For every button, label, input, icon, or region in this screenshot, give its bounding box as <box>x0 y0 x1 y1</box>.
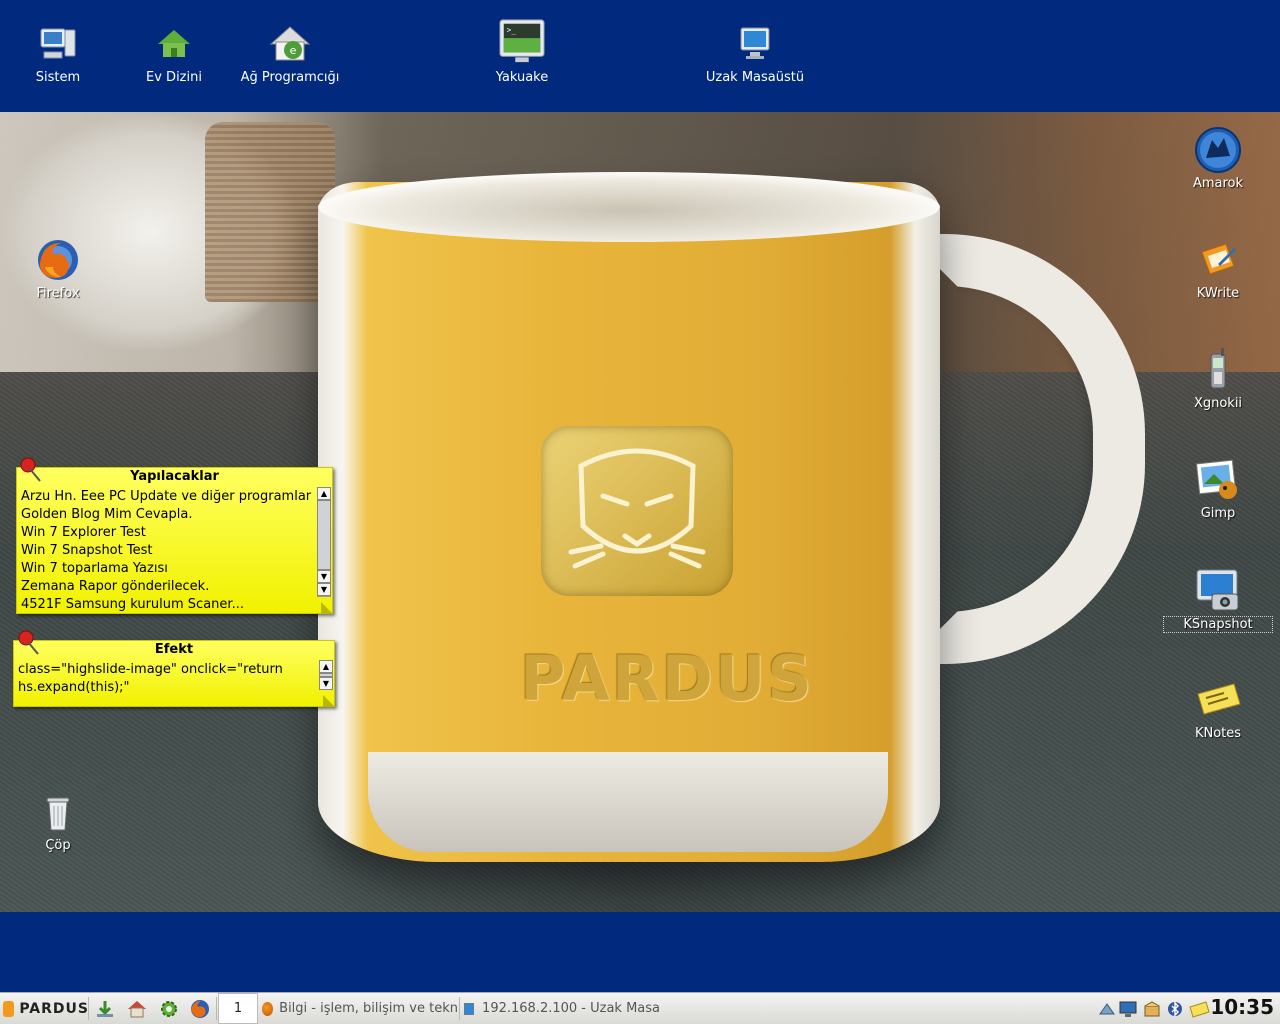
task-button-firefox[interactable]: Bilgi - işlem, bilişim ve tekn <box>262 995 458 1022</box>
task-label: 192.168.2.100 - Uzak Masa <box>482 1001 660 1016</box>
firefox-icon[interactable] <box>189 993 211 1024</box>
separator <box>216 997 217 1020</box>
desktop-icon-xgnokii[interactable]: Xgnokii <box>1163 346 1273 411</box>
task-button-remote-desktop[interactable]: 192.168.2.100 - Uzak Masa <box>464 995 660 1022</box>
gimp-icon <box>1194 456 1242 504</box>
note-line: Win 7 Explorer Test <box>21 525 146 540</box>
terminal-monitor-icon: >_ <box>498 14 546 68</box>
firefox-icon <box>262 1001 274 1016</box>
scroll-up-button[interactable]: ▲ <box>317 487 331 500</box>
note-resize-corner[interactable] <box>323 695 335 707</box>
desktop-icon-label: Firefox <box>36 286 80 301</box>
desktop-icon-label: Amarok <box>1192 176 1244 191</box>
desktop-icon-label: KWrite <box>1196 286 1240 301</box>
trash-icon <box>34 788 82 836</box>
pushpin-icon <box>16 455 46 489</box>
desktop-icon-amarok[interactable]: Amarok <box>1163 126 1273 191</box>
note-line: Arzu Hn. Eee PC Update ve diğer programl… <box>21 489 312 504</box>
desktop-icon-label: KNotes <box>1194 726 1242 741</box>
scroll-down-button-2[interactable]: ▼ <box>317 583 331 596</box>
wallpaper-mug-base <box>368 752 888 852</box>
remote-desktop-icon <box>731 20 779 68</box>
start-label: PARDUS <box>19 1000 89 1017</box>
knotes-tray-icon[interactable] <box>1188 993 1210 1024</box>
scroll-up-button[interactable]: ▲ <box>319 660 333 673</box>
pardus-logo-icon <box>3 1000 15 1017</box>
wallpaper-mug-rim <box>318 172 940 242</box>
note-line: Golden Blog Mim Cevapla. <box>21 507 193 522</box>
note-title[interactable]: Yapılacaklar <box>17 468 332 486</box>
firefox-icon <box>34 236 82 284</box>
knote-yapilacaklar[interactable]: Yapılacaklar Arzu Hn. Eee PC Update ve d… <box>16 467 333 614</box>
mobile-phone-icon <box>1194 346 1242 394</box>
settings-gear-icon[interactable] <box>158 993 180 1024</box>
pushpin-icon <box>14 628 44 662</box>
home-folder-icon <box>150 20 198 68</box>
network-icon[interactable] <box>1098 993 1116 1024</box>
svg-text:e: e <box>290 44 297 57</box>
separator <box>459 997 460 1020</box>
virtual-desktop-pager[interactable]: 1 <box>218 993 258 1024</box>
network-home-icon: e <box>266 20 314 68</box>
wallpaper-jar <box>205 122 335 302</box>
note-body[interactable]: Arzu Hn. Eee PC Update ve diğer programl… <box>17 486 332 612</box>
task-label: Bilgi - işlem, bilişim ve tekn <box>279 1001 458 1016</box>
desktop-icon-label: Sistem <box>35 70 81 85</box>
note-body[interactable]: class="highslide-image" onclick="return … <box>14 659 334 703</box>
desktop-icon-knotes[interactable]: KNotes <box>1163 676 1273 741</box>
monitor-icon[interactable] <box>1118 993 1138 1024</box>
note-line: Win 7 toparlama Yazısı <box>21 561 168 576</box>
sticky-note-icon <box>1194 676 1242 724</box>
scroll-thumb[interactable] <box>317 500 331 570</box>
desktop-number: 1 <box>233 1001 243 1016</box>
desktop-icon-uzak-masaustu[interactable]: Uzak Masaüstü <box>700 20 810 85</box>
pardus-cat-logo <box>541 426 733 596</box>
separator <box>88 997 89 1020</box>
note-line: Win 7 Snapshot Test <box>21 543 153 558</box>
scroll-down-button[interactable]: ▼ <box>319 677 333 690</box>
remote-desktop-icon <box>464 1002 475 1015</box>
home-icon[interactable] <box>126 993 148 1024</box>
desktop-icon-gimp[interactable]: Gimp <box>1163 456 1273 521</box>
kwrite-pen-icon <box>1194 236 1242 284</box>
camera-monitor-icon <box>1194 566 1242 614</box>
computer-system-icon <box>34 20 82 68</box>
desktop-icon-ksnapshot[interactable]: KSnapshot <box>1163 566 1273 633</box>
pardus-wordmark: PARDUS <box>520 642 814 715</box>
desktop-icon-kwrite[interactable]: KWrite <box>1163 236 1273 301</box>
note-line: Zemana Rapor gönderilecek. <box>21 579 210 594</box>
desktop-icon-label: Gimp <box>1200 506 1236 521</box>
desktop-icon-label: Ev Dizini <box>146 70 202 85</box>
desktop-icon-sistem[interactable]: Sistem <box>3 20 113 85</box>
desktop-icon-label: Xgnokii <box>1193 396 1243 411</box>
amarok-wolf-icon <box>1194 126 1242 174</box>
desktop-icon-label: Yakuake <box>495 70 549 85</box>
desktop-icon-cop[interactable]: Çöp <box>3 788 113 853</box>
note-line: 4521F Samsung kurulum Scaner... <box>21 597 244 612</box>
desktop-icon-label: KSnapshot <box>1163 616 1273 633</box>
start-menu-button[interactable]: PARDUS <box>3 993 89 1024</box>
clock[interactable]: 10:35 <box>1210 995 1274 1019</box>
desktop-icon-ev-dizini[interactable]: Ev Dizini <box>119 20 229 85</box>
note-line: hs.expand(this);" <box>18 680 130 695</box>
knote-efekt[interactable]: Efekt class="highslide-image" onclick="r… <box>13 640 335 707</box>
desktop-icon-firefox[interactable]: Firefox <box>3 236 113 301</box>
svg-text:>_: >_ <box>507 25 517 34</box>
package-icon[interactable] <box>1142 993 1162 1024</box>
note-resize-corner[interactable] <box>321 602 333 614</box>
desktop-icon-yakuake[interactable]: >_ Yakuake <box>467 14 577 85</box>
note-title[interactable]: Efekt <box>14 641 334 659</box>
taskbar: PARDUS 1 Bilgi - işlem, bilişim ve tekn … <box>0 992 1280 1024</box>
scroll-down-button[interactable]: ▼ <box>317 570 331 583</box>
desktop-icon-label: Çöp <box>45 838 71 853</box>
bluetooth-icon[interactable] <box>1165 993 1185 1024</box>
note-line: class="highslide-image" onclick="return <box>18 662 283 677</box>
desktop-icon-label: Uzak Masaüstü <box>705 70 805 85</box>
desktop-icon-label: Ağ Programcığı <box>240 70 340 85</box>
desktop-icon-ag-programcigi[interactable]: e Ağ Programcığı <box>235 20 345 85</box>
download-icon[interactable] <box>94 993 116 1024</box>
